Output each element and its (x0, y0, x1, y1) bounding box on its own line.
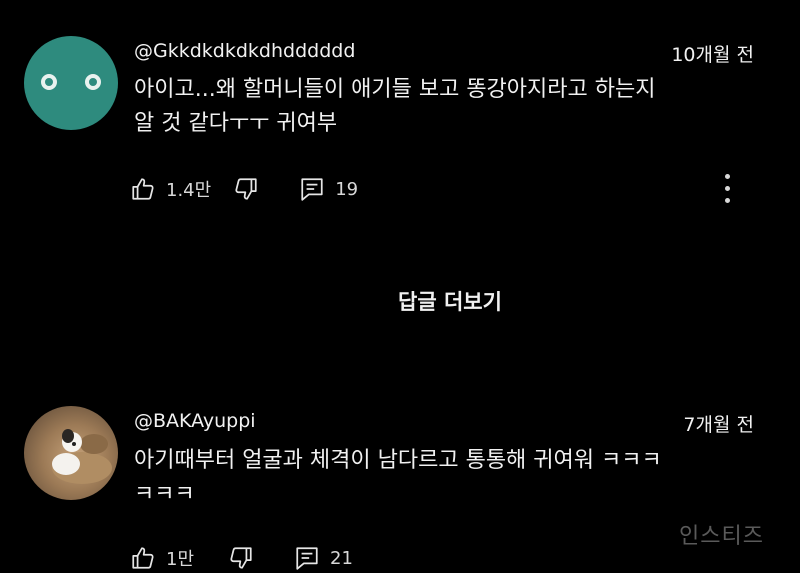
thumb-down-icon[interactable] (228, 545, 254, 571)
comment-text-line: ㅋㅋㅋ (134, 482, 195, 507)
photo-avatar-icon (52, 429, 112, 484)
comment-icon[interactable] (294, 545, 320, 571)
comment-text: 아기때부터 얼굴과 체격이 남다르고 통통해 귀여워 ㅋㅋㅋ ㅋㅋㅋ (134, 444, 764, 512)
avatar[interactable] (24, 406, 118, 500)
watermark-logo: 인스티즈 (679, 524, 764, 549)
thumb-up-icon[interactable] (130, 545, 156, 571)
reply-count: 21 (330, 547, 353, 569)
comment-text-line: 아기때부터 얼굴과 체격이 남다르고 통통해 귀여워 ㅋㅋㅋ (134, 448, 662, 473)
comment-item: @BAKAyuppi 7개월 전 아기때부터 얼굴과 체격이 남다르고 통통해 … (0, 0, 800, 572)
comment-time: 7개월 전 (683, 414, 754, 436)
comment-username[interactable]: @BAKAyuppi (134, 410, 256, 432)
comment-actions: 1만 21 (130, 543, 353, 573)
like-count: 1만 (166, 549, 195, 570)
